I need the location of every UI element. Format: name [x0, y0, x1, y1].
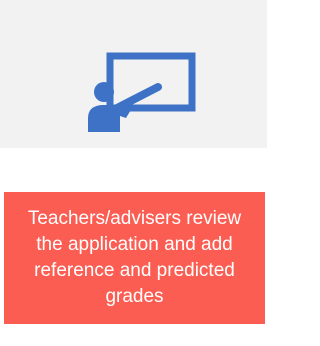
caption-box: Teachers/advisers review the application… [4, 192, 265, 324]
icon-card [0, 0, 267, 148]
step-caption: Teachers/advisers review the application… [27, 208, 242, 307]
teacher-at-board-icon [88, 52, 196, 132]
teacher-body [88, 105, 132, 132]
teacher-head [94, 82, 114, 102]
process-step: Teachers/advisers review the application… [0, 0, 267, 346]
board-outline [106, 52, 196, 112]
